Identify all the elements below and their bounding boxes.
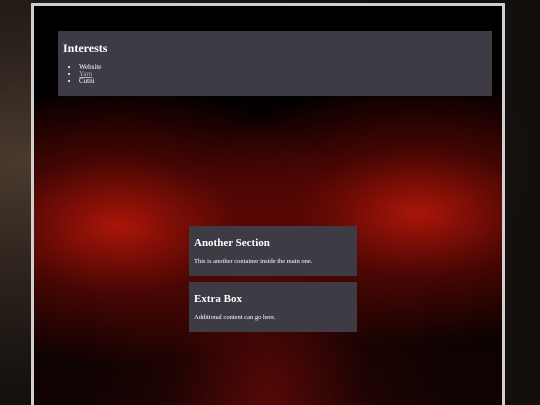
interests-item-yarn: Yarn [79,71,487,78]
extra-box-heading: Extra Box [194,293,242,305]
extra-box-text: Additional content can go here. [194,314,276,321]
another-section-heading: Another Section [194,237,270,249]
another-section-text: This is another container inside the mai… [194,258,313,265]
interests-item-website: Website [79,64,487,71]
main-container: Interests Website Yarn Cutni Another Sec… [31,3,505,405]
interests-list: Website Yarn Cutni [63,64,487,85]
interests-heading: Interests [63,41,108,55]
extra-box-panel: Extra Box Additional content can go here… [189,282,357,332]
interests-item-cutni: Cutni [79,78,487,85]
another-section-panel: Another Section This is another containe… [189,226,357,276]
interests-panel: Interests Website Yarn Cutni [58,31,492,96]
